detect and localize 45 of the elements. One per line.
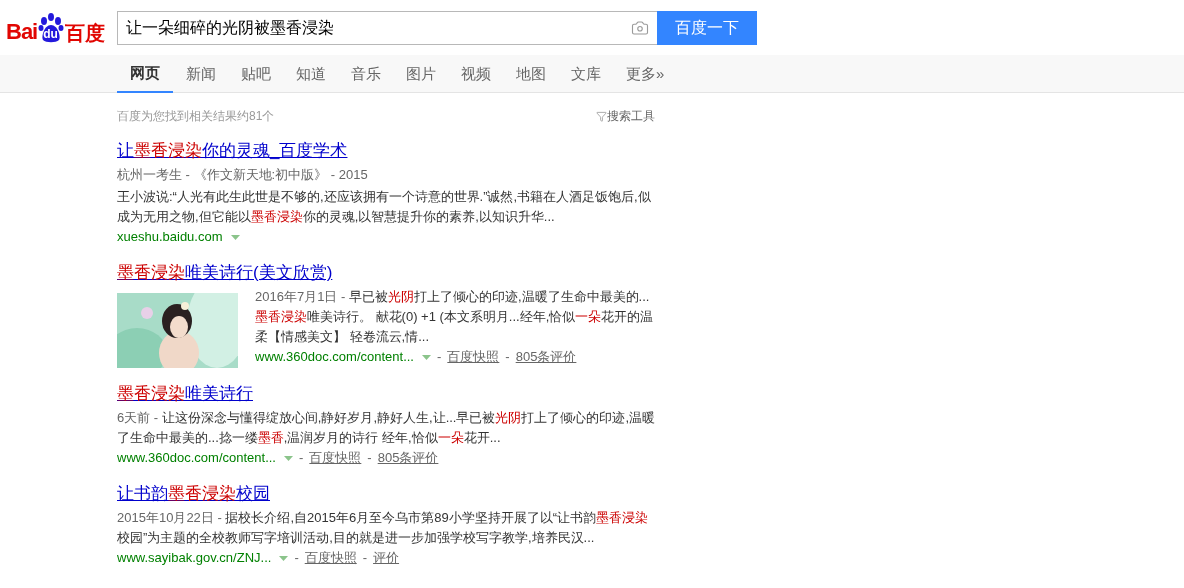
- nav-tab[interactable]: 地图: [504, 55, 558, 93]
- result-url: www.sayibak.gov.cn/ZNJ...: [117, 549, 272, 567]
- result-snippet: 2015年10月22日 - 据校长介绍,自2015年6月至今乌市第89小学坚持开展了以“让书韵墨香浸染 校园”为主题的全校教师写字培训活动,目的就是进一步加强学校写字教学,培养民汉...: [117, 509, 649, 547]
- nav-tab[interactable]: 贴吧: [229, 55, 283, 93]
- snapshot-link[interactable]: 百度快照: [447, 347, 500, 367]
- result-url: www.360doc.com/content...: [255, 348, 414, 366]
- logo-text: 百度: [65, 22, 106, 43]
- paw-icon: [38, 12, 65, 43]
- nav-tab[interactable]: 音乐: [339, 55, 393, 93]
- dropdown-caret-icon[interactable]: [422, 354, 431, 360]
- separator: -: [362, 549, 368, 567]
- filter-icon: [596, 110, 607, 122]
- result-snippet: 2016年7月1日 - 早已被光阴打上了倾心的印迹,温暖了生命中最美的... 墨香浸染唯美诗行。 献花(0) +1 (本文系明月...经年,恰似一朵花开的温柔【情感美文】 轻卷流云,情...: [255, 288, 655, 346]
- nav-tab[interactable]: 视频: [449, 55, 503, 93]
- snapshot-link[interactable]: 百度快照: [304, 548, 357, 568]
- dropdown-caret-icon[interactable]: [279, 555, 289, 561]
- nav-tab[interactable]: 文库: [559, 55, 613, 93]
- result-source: 杭州一考生 - 《作文新天地:初中版》 - 2015: [117, 166, 369, 184]
- nav-tab[interactable]: 图片: [394, 55, 448, 93]
- separator: -: [294, 549, 299, 567]
- logo-text: Bai: [6, 20, 38, 43]
- separator: -: [299, 449, 304, 467]
- search-field[interactable]: 让一朵细碎的光阴被墨香浸染: [117, 10, 657, 45]
- snapshot-link[interactable]: 百度快照: [309, 448, 362, 468]
- nav-tab[interactable]: 知道: [284, 55, 338, 93]
- result-url: xueshu.baidu.com: [117, 228, 223, 246]
- camera-icon[interactable]: [631, 18, 649, 37]
- result-snippet: 6天前 - 让这份深念与懂得绽放心间,静好岁月,静好人生,让...早已被光阴打上了倾心的印迹,温暖了生命中最美的...捻一缕墨香,温润岁月的诗行 经年,恰似一朵花开...: [117, 409, 657, 447]
- separator: -: [367, 449, 372, 467]
- search-button[interactable]: 百度一下: [657, 10, 757, 45]
- result-url: www.360doc.com/content...: [117, 449, 276, 467]
- reviews-link[interactable]: 评价: [373, 548, 400, 568]
- dropdown-caret-icon[interactable]: [230, 234, 240, 240]
- nav-tab[interactable]: 更多»: [614, 55, 677, 93]
- dropdown-caret-icon[interactable]: [284, 455, 293, 461]
- separator: -: [437, 348, 442, 366]
- result-count: 百度为您找到相关结果约81个: [117, 108, 275, 125]
- result-snippet: 王小波说:“人光有此生此世是不够的,还应该拥有一个诗意的世界.”诚然,书籍在人酒足饭饱后,似成为无用之物,但它能以墨香浸染你的灵魂,以智慧提升你的素养,以知识升华...: [117, 188, 652, 226]
- search-tools-button[interactable]: 搜索工具: [596, 107, 655, 125]
- reviews-link[interactable]: 805条评价: [515, 347, 577, 367]
- nav-tab[interactable]: 新闻: [174, 55, 228, 93]
- separator: -: [505, 348, 510, 366]
- nav-tab[interactable]: 网页: [117, 55, 173, 93]
- logo-text: du: [43, 27, 58, 40]
- reviews-link[interactable]: 805条评价: [377, 448, 439, 468]
